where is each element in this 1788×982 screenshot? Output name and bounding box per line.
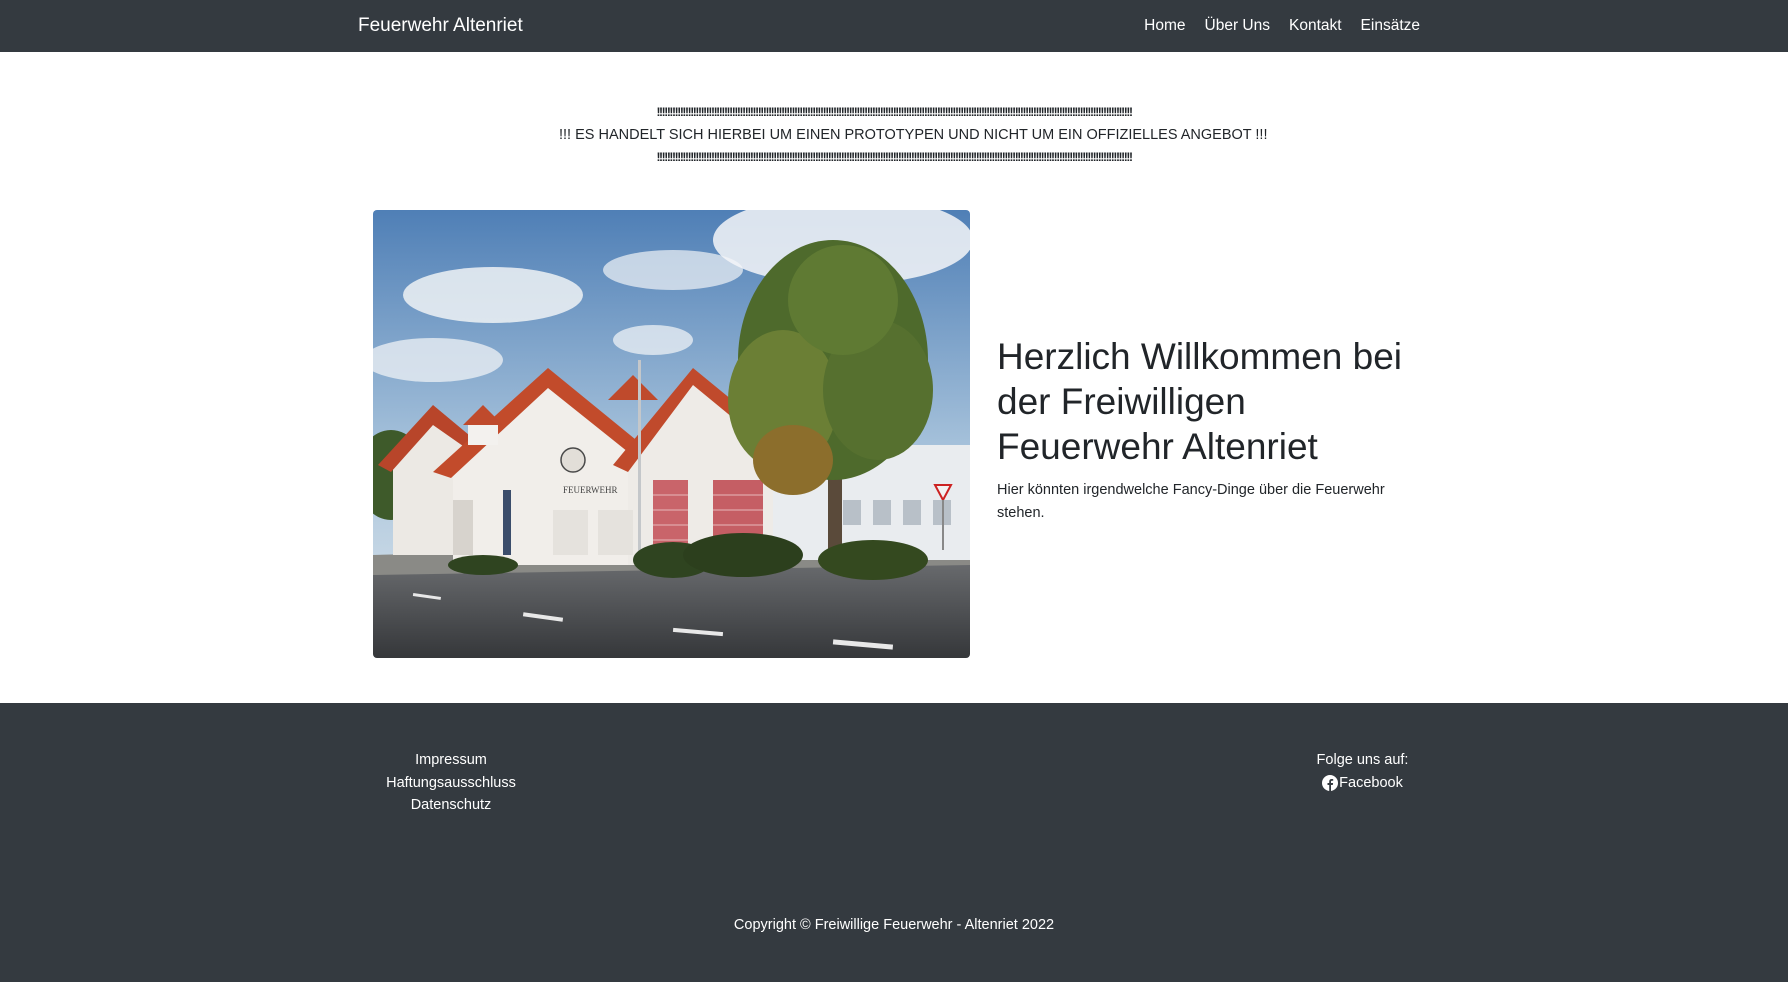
copyright: Copyright © Freiwillige Feuerwehr - Alte… (733, 917, 1055, 933)
footer-link-datenschutz[interactable]: Datenschutz (385, 794, 517, 817)
footer: Impressum Haftungsausschluss Datenschutz… (0, 703, 1788, 982)
facebook-icon (1322, 774, 1339, 791)
nav-links: Home Über Uns Kontakt Einsätze (1144, 17, 1420, 35)
notice-message: !!! ES HANDELT SICH HIERBEI UM EINEN PRO… (559, 126, 1268, 143)
nav-link-home[interactable]: Home (1144, 17, 1185, 35)
facebook-label: Facebook (1339, 774, 1403, 791)
navbar: Feuerwehr Altenriet Home Über Uns Kontak… (0, 0, 1788, 52)
facebook-link[interactable]: Facebook (1322, 772, 1403, 795)
notice-bangs-bottom: !!!!!!!!!!!!!!!!!!!!!!!!!!!!!!!!!!!!!!!!… (656, 150, 1132, 164)
nav-link-ueber-uns[interactable]: Über Uns (1205, 17, 1270, 35)
nav-link-einsaetze[interactable]: Einsätze (1361, 17, 1420, 35)
prototype-notice: !!!!!!!!!!!!!!!!!!!!!!!!!!!!!!!!!!!!!!!!… (559, 101, 1268, 169)
fire-station-image: FEUERWEHR (373, 210, 970, 658)
footer-link-haftungsausschluss[interactable]: Haftungsausschluss (385, 772, 517, 795)
footer-links: Impressum Haftungsausschluss Datenschutz (385, 749, 517, 817)
building-sign-text: FEUERWEHR (563, 485, 618, 495)
nav-link-kontakt[interactable]: Kontakt (1289, 17, 1342, 35)
navbar-brand[interactable]: Feuerwehr Altenriet (358, 15, 523, 37)
notice-bangs-top: !!!!!!!!!!!!!!!!!!!!!!!!!!!!!!!!!!!!!!!!… (656, 105, 1132, 119)
hero-subtitle: Hier könnten irgendwelche Fancy-Dinge üb… (997, 482, 1385, 521)
hero-text: Herzlich Willkommen bei der Freiwilligen… (997, 334, 1417, 524)
follow-label: Folge uns auf: (1316, 752, 1409, 768)
hero-title: Herzlich Willkommen bei der Freiwilligen… (997, 336, 1403, 467)
footer-link-impressum[interactable]: Impressum (385, 749, 517, 772)
social-follow: Folge uns auf: Facebook (1310, 749, 1415, 798)
